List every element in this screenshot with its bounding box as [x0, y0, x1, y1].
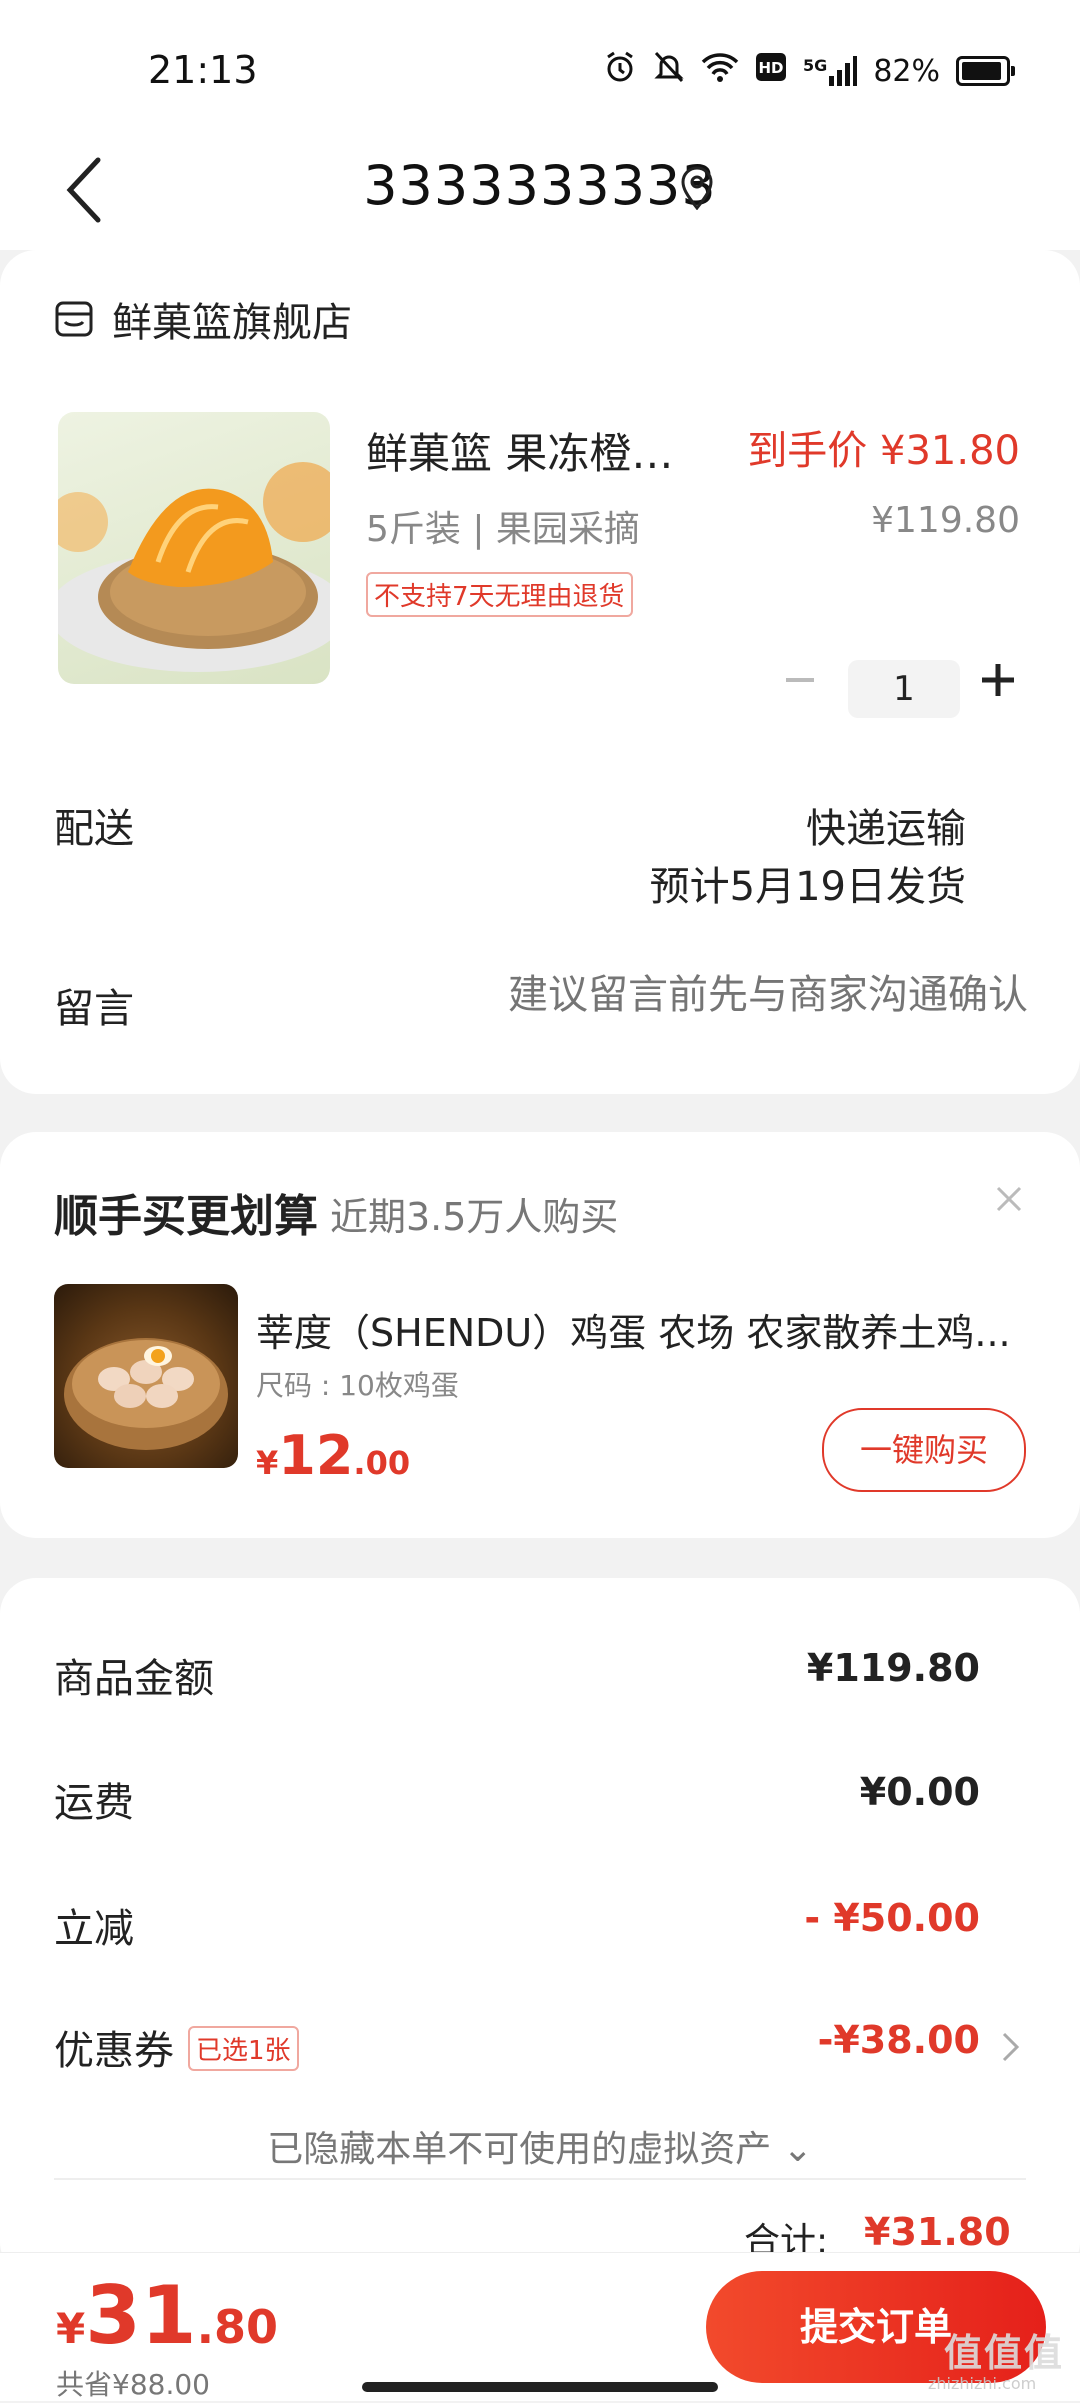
shipping-label: 配送 [54, 806, 134, 852]
minus-icon [786, 678, 814, 682]
watermark-url: zhizhizhi.com [928, 2374, 1037, 2393]
coupon-chevron[interactable] [1000, 2030, 1022, 2064]
chevron-right-icon [1002, 2032, 1020, 2062]
recommend-product-name[interactable]: 莘度（SHENDU）鸡蛋 农场 农家散养土鸡... [256, 1302, 1016, 1357]
status-bar: 21:13 HD 5G 82% [0, 0, 1080, 130]
orange-image [58, 462, 330, 672]
price-decimal: .00 [353, 1444, 411, 1482]
order-card: 鲜菓篮旗舰店 鲜菓篮 果冻橙柑... 到手价 ¥31.80 5斤装 | 果园采摘… [0, 250, 1080, 1094]
recommend-product-price: ¥12.00 [256, 1424, 410, 1487]
shipping-type: 快递运输 [806, 806, 966, 852]
freight-label: 运费 [54, 1780, 134, 1826]
coupon-label[interactable]: 优惠券 [54, 2018, 174, 2076]
coupon-selected-badge: 已选1张 [188, 2026, 299, 2071]
divider [54, 2178, 1026, 2180]
total-value: ¥31.80 [864, 2210, 1011, 2254]
location-pin-icon[interactable] [680, 166, 714, 211]
plus-icon [982, 664, 1014, 696]
page-title: 3333333333 [363, 154, 717, 217]
saved-amount: 共省¥88.00 [56, 2368, 210, 2401]
product-title[interactable]: 鲜菓篮 果冻橙柑... [366, 420, 706, 481]
network-type: 5G [803, 56, 828, 75]
one-click-buy-button[interactable]: 一键购买 [822, 1408, 1026, 1492]
product-price: 到手价 ¥31.80 [747, 428, 1020, 474]
hidden-assets-toggle[interactable]: 已隐藏本单不可使用的虚拟资产 ⌄ [0, 2120, 1080, 2172]
wifi-icon [701, 52, 739, 90]
recommend-title: 顺手买更划算 [54, 1191, 318, 1242]
battery-level [962, 62, 1002, 80]
shipping-date: 预计5月19日发货 [649, 864, 966, 910]
pay-decimal: .80 [196, 2300, 279, 2354]
product-spec: 5斤装 | 果园采摘 [366, 509, 640, 550]
pay-amount: ¥31.80 [56, 2269, 278, 2362]
battery-icon [956, 56, 1015, 86]
product-image[interactable] [58, 412, 330, 684]
pay-integer: 31 [85, 2269, 197, 2362]
price-integer: 12 [278, 1424, 354, 1487]
svg-text:HD: HD [759, 59, 784, 77]
message-input[interactable] [468, 972, 1028, 1018]
status-time: 21:13 [148, 48, 258, 92]
close-icon [996, 1186, 1022, 1212]
store-name: 鲜菓篮旗舰店 [112, 300, 352, 346]
recommend-product-spec: 尺码 : 10枚鸡蛋 [256, 1369, 459, 1402]
message-label: 留言 [54, 986, 134, 1032]
return-policy-badge: 不支持7天无理由退货 [366, 572, 633, 617]
bottom-bar: ¥31.80 共省¥88.00 提交订单 [0, 2252, 1080, 2401]
home-indicator[interactable] [362, 2382, 718, 2392]
store-icon [55, 301, 93, 337]
hd-icon: HD [755, 52, 787, 90]
quantity-increase-button[interactable] [978, 660, 1018, 700]
nav-bar: 3333333333 [0, 130, 1080, 250]
quantity-input[interactable]: 1 [848, 660, 960, 718]
quantity-decrease-button[interactable] [780, 660, 820, 700]
price-currency: ¥ [256, 1444, 279, 1482]
signal-icon: 5G [803, 56, 858, 86]
close-button[interactable] [992, 1182, 1026, 1216]
battery-percent: 82% [873, 53, 940, 89]
summary-card: 商品金额 ¥119.80 运费 ¥0.00 立减 - ¥50.00 优惠券 已选… [0, 1578, 1080, 2278]
discount-label: 立减 [54, 1906, 134, 1952]
mute-bell-icon [653, 50, 685, 92]
recommend-product-image[interactable] [54, 1284, 238, 1468]
coupon-value[interactable]: -¥38.00 [818, 2018, 980, 2062]
watermark: 值值值 [944, 2331, 1065, 2375]
recommend-subtitle: 近期3.5万人购买 [330, 1195, 619, 1239]
goods-amount-label: 商品金额 [54, 1656, 214, 1702]
freight-value: ¥0.00 [859, 1770, 980, 1814]
discount-value: - ¥50.00 [804, 1896, 980, 1940]
alarm-icon [603, 50, 637, 92]
status-icons: HD 5G 82% [603, 50, 1015, 92]
recommend-card: 顺手买更划算 近期3.5万人购买 莘度（SHENDU）鸡蛋 农场 农家散养土鸡.… [0, 1132, 1080, 1538]
product-original-price: ¥119.80 [871, 500, 1020, 541]
goods-amount-value: ¥119.80 [806, 1646, 980, 1690]
store-row[interactable]: 鲜菓篮旗舰店 [54, 290, 352, 348]
eggs-image [64, 1338, 228, 1450]
pay-currency: ¥ [56, 2304, 86, 2353]
